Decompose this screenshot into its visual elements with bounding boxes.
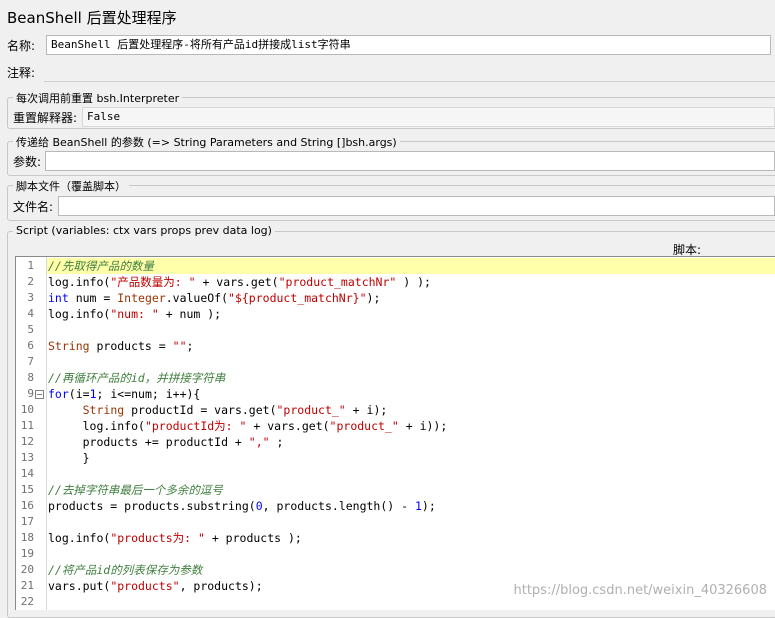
code-line[interactable]: for(i=1; i<=num; i++){ xyxy=(47,386,775,402)
code-line[interactable]: //再循环产品的id，并拼接字符串 xyxy=(47,370,775,386)
parameters-legend: 传递给 BeanShell 的参数 (=> String Parameters … xyxy=(13,134,400,150)
code-line[interactable] xyxy=(47,354,775,370)
line-number: 1 xyxy=(27,259,34,272)
line-number: 4 xyxy=(27,307,34,320)
script-legend: Script (variables: ctx vars props prev d… xyxy=(13,224,275,237)
line-number: 12 xyxy=(20,435,34,448)
line-number: 11 xyxy=(20,419,34,432)
code-line[interactable]: //将产品id的列表保存为参数 xyxy=(47,562,775,578)
line-number: 17 xyxy=(20,515,34,528)
code-line[interactable] xyxy=(47,514,775,530)
code-line[interactable]: log.info("productId为: " + vars.get("prod… xyxy=(47,418,775,434)
code-line[interactable]: log.info("products为: " + products ); xyxy=(47,530,775,546)
line-number: 22 xyxy=(20,595,34,608)
line-number: 19 xyxy=(20,547,34,560)
name-field[interactable]: BeanShell 后置处理程序-将所有产品id拼接成list字符串 xyxy=(46,35,771,55)
code-line[interactable]: } xyxy=(47,450,775,466)
script-file-legend: 脚本文件（覆盖脚本） xyxy=(13,178,129,194)
line-number: 18 xyxy=(20,531,34,544)
code-line[interactable]: products += productId + "," ; xyxy=(47,434,775,450)
script-editor[interactable]: //先取得产品的数量 log.info("产品数量为: " + vars.get(… xyxy=(15,256,775,610)
code-line[interactable] xyxy=(47,322,775,338)
code-line[interactable]: log.info("num: " + num ); xyxy=(47,306,775,322)
code-line[interactable]: String productId = vars.get("product_" +… xyxy=(47,402,775,418)
line-number: 20 xyxy=(20,563,34,576)
code-line[interactable] xyxy=(47,546,775,562)
fold-toggle-icon[interactable]: − xyxy=(35,390,44,399)
line-number: 8 xyxy=(27,371,34,384)
line-number: 2 xyxy=(27,275,34,288)
code-line[interactable]: //先取得产品的数量 xyxy=(47,258,775,274)
parameters-label: 参数: xyxy=(13,154,42,169)
reset-interpreter-value[interactable]: False xyxy=(82,107,775,127)
comment-label: 注释: xyxy=(7,65,36,80)
filename-input[interactable] xyxy=(58,196,775,216)
line-number: 3 xyxy=(27,291,34,304)
line-number: 15 xyxy=(20,483,34,496)
code-line[interactable]: int num = Integer.valueOf("${product_mat… xyxy=(47,290,775,306)
window-title: BeanShell 后置处理程序 xyxy=(7,9,177,27)
parameters-input[interactable] xyxy=(45,151,775,171)
code-line[interactable]: log.info("产品数量为: " + vars.get("product_m… xyxy=(47,274,775,290)
filename-label: 文件名: xyxy=(13,199,54,214)
line-number: 14 xyxy=(20,467,34,480)
name-label: 名称: xyxy=(7,38,36,53)
code-line[interactable]: products = products.substring(0, product… xyxy=(47,498,775,514)
line-number: 9 xyxy=(27,387,34,400)
code-line[interactable]: String products = ""; xyxy=(47,338,775,354)
line-number: 6 xyxy=(27,339,34,352)
code-line[interactable]: //去掉字符串最后一个多余的逗号 xyxy=(47,482,775,498)
line-number: 10 xyxy=(20,403,34,416)
line-number: 21 xyxy=(20,579,34,592)
line-number: 13 xyxy=(20,451,34,464)
comment-field[interactable] xyxy=(44,62,775,82)
watermark: https://blog.csdn.net/weixin_40326608 xyxy=(513,583,767,598)
line-number: 7 xyxy=(27,355,34,368)
reset-interpreter-legend: 每次调用前重置 bsh.Interpreter xyxy=(13,90,183,106)
line-number: 5 xyxy=(27,323,34,336)
code-line[interactable] xyxy=(47,466,775,482)
reset-interpreter-label: 重置解释器: xyxy=(13,110,78,125)
line-number: 16 xyxy=(20,499,34,512)
